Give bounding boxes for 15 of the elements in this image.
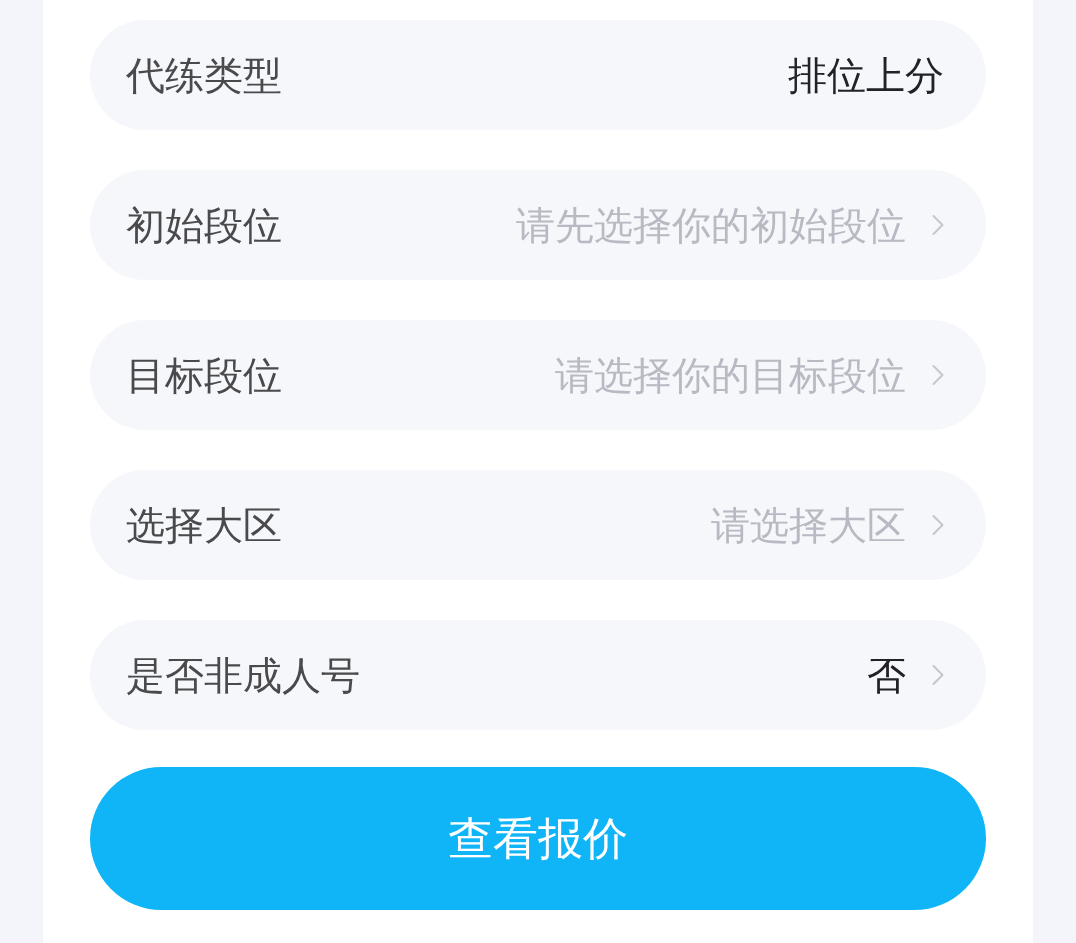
field-placeholder: 请选择大区 — [711, 505, 906, 545]
form-row[interactable]: 是否非成人号 否 — [90, 620, 986, 730]
field-label: 初始段位 — [126, 205, 282, 245]
form-row[interactable]: 代练类型 排位上分 — [90, 20, 986, 130]
field-label: 选择大区 — [126, 505, 282, 545]
field-placeholder: 请选择你的目标段位 — [555, 355, 906, 395]
form-row[interactable]: 初始段位 请先选择你的初始段位 — [90, 170, 986, 280]
field-placeholder: 请先选择你的初始段位 — [516, 205, 906, 245]
form-row[interactable]: 选择大区 请选择大区 — [90, 470, 986, 580]
field-label: 代练类型 — [126, 55, 282, 95]
field-label: 是否非成人号 — [126, 655, 360, 695]
form-row[interactable]: 目标段位 请选择你的目标段位 — [90, 320, 986, 430]
field-value: 排位上分 — [788, 55, 944, 95]
field-label: 目标段位 — [126, 355, 282, 395]
field-value: 否 — [867, 655, 906, 695]
